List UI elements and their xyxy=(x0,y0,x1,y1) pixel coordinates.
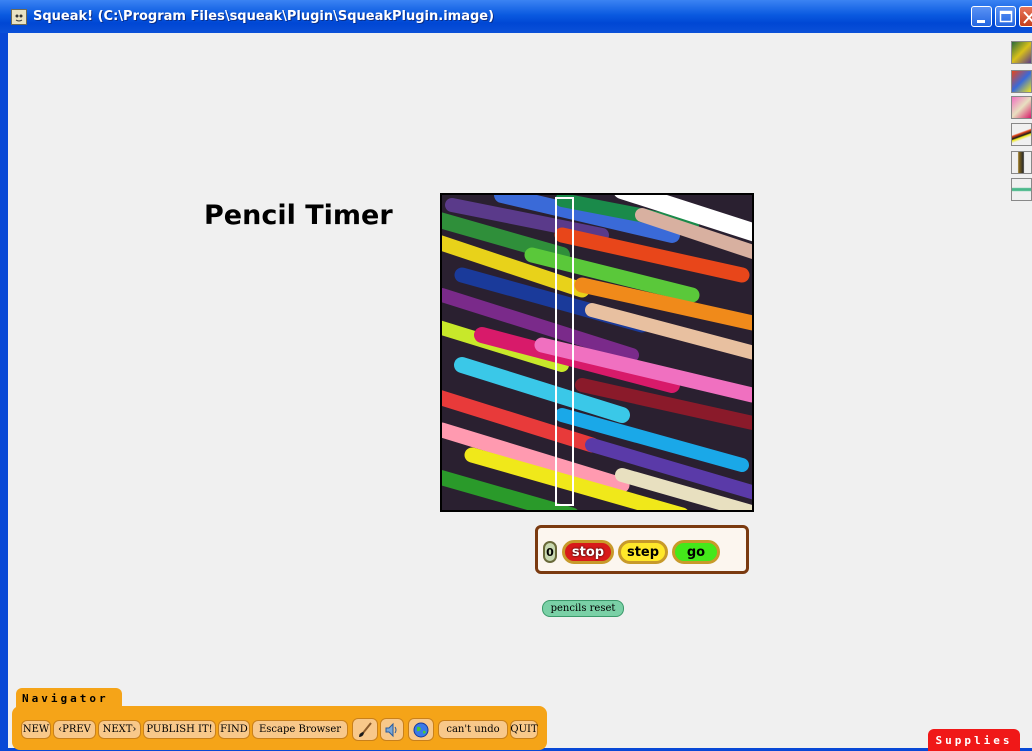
go-button[interactable]: go xyxy=(672,540,720,564)
publish-button[interactable]: PUBLISH IT! xyxy=(143,720,216,739)
minimize-icon xyxy=(977,20,985,23)
pencils-reset-button[interactable]: pencils reset xyxy=(542,600,624,617)
script-control-panel: 0 stop step go xyxy=(535,525,749,574)
globe-button[interactable] xyxy=(408,718,434,741)
find-button[interactable]: FIND xyxy=(218,720,250,739)
prev-button[interactable]: ‹ PREV xyxy=(53,720,96,739)
tick-counter[interactable]: 0 xyxy=(543,541,557,563)
pencil-photo xyxy=(440,193,754,512)
window-title: Squeak! (C:\Program Files\squeak\Plugin\… xyxy=(33,9,495,24)
thumbnail-2[interactable] xyxy=(1011,70,1032,93)
page-title: Pencil Timer xyxy=(204,200,393,231)
navigator-flap: NEW ‹ PREV NEXT › PUBLISH IT! FIND Escap… xyxy=(12,706,547,750)
speaker-icon xyxy=(385,722,397,737)
chevron-right-icon: › xyxy=(132,724,137,735)
thumbnail-4[interactable] xyxy=(1011,123,1032,146)
maximize-button[interactable] xyxy=(995,6,1016,27)
next-button[interactable]: NEXT › xyxy=(98,720,141,739)
window-frame-left xyxy=(0,33,8,751)
new-button[interactable]: NEW xyxy=(21,720,51,739)
thumbnail-3[interactable] xyxy=(1011,96,1032,119)
thumbnail-5[interactable] xyxy=(1011,151,1032,174)
quit-button[interactable]: QUIT xyxy=(510,720,538,739)
close-icon xyxy=(1023,11,1032,24)
supplies-tab[interactable]: Supplies xyxy=(928,729,1020,751)
escape-browser-button[interactable]: Escape Browser xyxy=(252,720,348,739)
step-button[interactable]: step xyxy=(618,540,668,564)
navigator-tab[interactable]: Navigator xyxy=(16,688,122,708)
thumbnail-6[interactable] xyxy=(1011,178,1032,201)
close-button[interactable] xyxy=(1019,6,1032,27)
paint-button[interactable] xyxy=(352,718,378,741)
sound-button[interactable] xyxy=(380,718,404,741)
minimize-button[interactable] xyxy=(971,6,992,27)
squeak-icon xyxy=(11,8,27,25)
timer-marker xyxy=(555,197,574,506)
undo-button[interactable]: can't undo xyxy=(438,720,508,739)
window-titlebar[interactable]: Squeak! (C:\Program Files\squeak\Plugin\… xyxy=(0,0,1032,33)
thumbnail-1[interactable] xyxy=(1011,41,1032,64)
maximize-icon xyxy=(999,10,1013,23)
paintbrush-icon xyxy=(359,721,372,737)
stop-button[interactable]: stop xyxy=(562,540,614,564)
globe-icon xyxy=(413,722,429,737)
